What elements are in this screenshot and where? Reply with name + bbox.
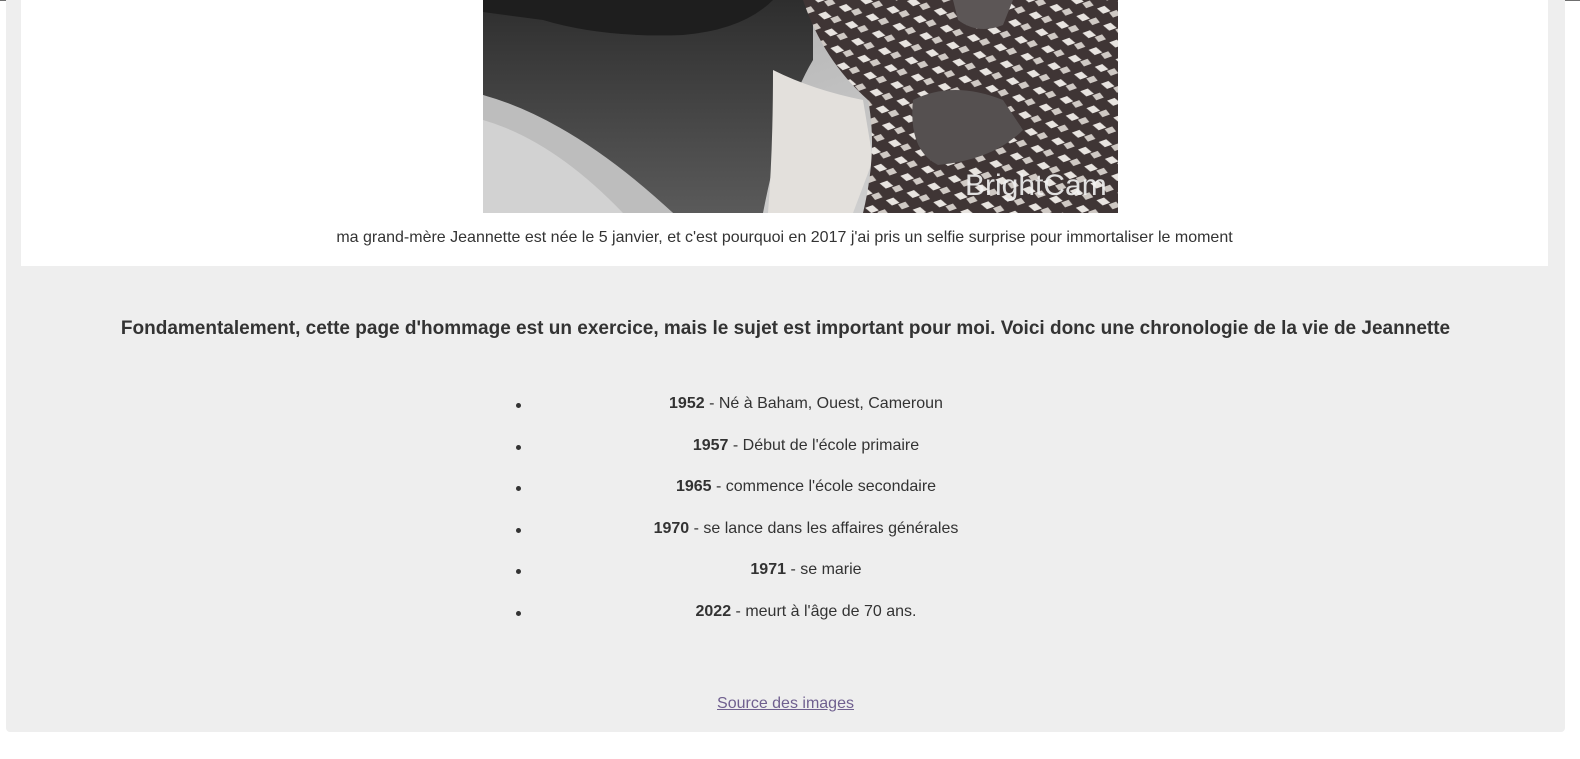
image-caption: ma grand-mère Jeannette est née le 5 jan… — [336, 229, 1233, 246]
image-source-link[interactable]: Source des images — [717, 695, 854, 712]
tribute-photo: BrightCam — [483, 0, 1118, 213]
timeline-year: 1965 — [675, 478, 712, 495]
brightcam-watermark: BrightCam — [965, 169, 1107, 202]
bullet-icon — [516, 527, 521, 533]
timeline-event: - Né à Baham, Ouest, Cameroun — [704, 395, 943, 412]
bullet-icon — [516, 610, 521, 616]
timeline-item: 1965 - commence l'école secondaire — [506, 478, 1106, 520]
source-footer: Source des images — [6, 695, 1565, 713]
timeline-event: - se marie — [786, 561, 862, 578]
timeline-item: 2022 - meurt à l'âge de 70 ans. — [506, 603, 1106, 645]
timeline-year: 1971 — [750, 561, 786, 578]
timeline-event: - Début de l'école primaire — [728, 436, 920, 454]
bullet-icon — [516, 444, 521, 450]
image-card: BrightCam ma grand-mère Jeannette est né… — [21, 0, 1548, 266]
timeline-year: 2022 — [695, 602, 732, 620]
timeline-event: - commence l'école secondaire — [711, 478, 937, 495]
timeline-year: 1952 — [669, 395, 705, 412]
bullet-icon — [516, 403, 521, 408]
timeline-item: 1952 - Né à Baham, Ouest, Cameroun — [506, 395, 1106, 437]
bullet-icon — [516, 486, 521, 491]
timeline-event: - meurt à l'âge de 70 ans. — [731, 602, 917, 620]
timeline-year: 1957 — [692, 436, 729, 454]
tribute-heading: Fondamentalement, cette page d'hommage e… — [120, 318, 1451, 339]
timeline-item: 1957 - Début de l'école primaire — [506, 437, 1106, 479]
timeline-item: 1971 - se marie — [506, 561, 1106, 603]
main-content: BrightCam ma grand-mère Jeannette est né… — [6, 0, 1565, 732]
timeline-item: 1970 - se lance dans les affaires généra… — [506, 520, 1106, 562]
timeline-year: 1970 — [653, 519, 690, 537]
timeline-event: - se lance dans les affaires générales — [689, 519, 959, 537]
timeline-list: 1952 - Né à Baham, Ouest, Cameroun 1957 … — [506, 395, 1106, 644]
bullet-icon — [516, 569, 521, 574]
